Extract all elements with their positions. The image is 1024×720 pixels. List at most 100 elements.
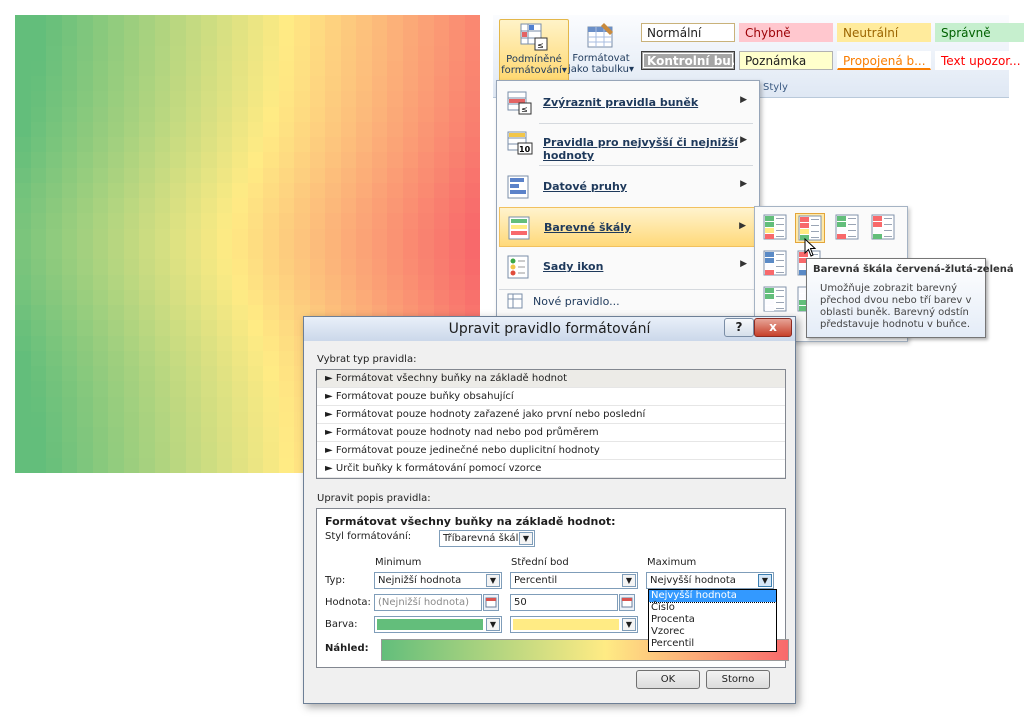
heatmap-cell bbox=[139, 15, 155, 31]
chevron-down-icon[interactable]: ▼ bbox=[486, 574, 500, 587]
rule-type-item[interactable]: ► Formátovat pouze buňky obsahující bbox=[317, 388, 785, 406]
chevron-down-icon[interactable]: ▼ bbox=[758, 574, 772, 587]
heatmap-cell bbox=[170, 350, 186, 367]
rule-type-item[interactable]: ► Formátovat pouze hodnoty nad nebo pod … bbox=[317, 424, 785, 442]
dropdown-option[interactable]: Procenta bbox=[649, 614, 776, 626]
dropdown-option[interactable]: Číslo bbox=[649, 602, 776, 614]
heatmap-cell bbox=[201, 91, 217, 107]
heatmap-cell bbox=[371, 228, 387, 244]
menu-separator bbox=[499, 289, 755, 290]
cell-style-8[interactable]: Text upozor... bbox=[935, 51, 1024, 70]
heatmap-cell bbox=[247, 350, 263, 367]
heatmap-cell bbox=[247, 182, 263, 199]
format-style-label: Styl formátování: bbox=[325, 531, 412, 542]
cell-reference-icon[interactable] bbox=[483, 594, 499, 611]
rule-type-item[interactable]: ► Určit buňky k formátování pomocí vzorc… bbox=[317, 460, 785, 478]
dialog-titlebar[interactable]: Upravit pravidlo formátování ? x bbox=[304, 317, 795, 341]
heatmap-cell bbox=[371, 182, 387, 199]
menu-item-icon-sets[interactable]: Sady ikon ▶ bbox=[499, 249, 755, 285]
heatmap-cell bbox=[30, 381, 46, 397]
dropdown-option[interactable]: Nejvyšší hodnota bbox=[648, 589, 777, 603]
heatmap-cell bbox=[61, 350, 77, 367]
cell-style-4[interactable]: Správně bbox=[935, 23, 1024, 42]
heatmap-cell bbox=[216, 381, 232, 397]
color-scale-option-5[interactable] bbox=[761, 249, 791, 279]
midpoint-color-picker[interactable]: ▼ bbox=[510, 616, 638, 633]
chevron-down-icon[interactable]: ▼ bbox=[519, 532, 533, 545]
menu-label-data-bars: Datové pruhy bbox=[543, 180, 627, 193]
heatmap-cell bbox=[356, 152, 372, 168]
cell-style-3[interactable]: Neutrální bbox=[837, 23, 931, 42]
cancel-button[interactable]: Storno bbox=[706, 670, 770, 689]
midpoint-value-input[interactable]: 50 bbox=[510, 594, 618, 611]
heatmap-cell bbox=[30, 366, 46, 382]
maximum-type-dropdown-list[interactable]: Nejvyšší hodnota Číslo Procenta Vzorec P… bbox=[648, 589, 777, 652]
cell-style-2[interactable]: Chybně bbox=[739, 23, 833, 42]
color-scale-option-3[interactable] bbox=[833, 213, 863, 243]
heatmap-cell bbox=[123, 152, 139, 168]
heatmap-cell bbox=[185, 152, 201, 168]
rule-type-list[interactable]: ► Formátovat všechny buňky na základě ho… bbox=[316, 369, 786, 479]
heatmap-cell bbox=[325, 91, 341, 107]
maximum-type-select[interactable]: Nejvyšší hodnota ▼ bbox=[646, 572, 774, 589]
menu-item-highlight-rules[interactable]: ≤ Zvýraznit pravidla buněk ▶ bbox=[499, 85, 755, 121]
dropdown-option[interactable]: Percentil bbox=[649, 638, 776, 650]
cell-style-5[interactable]: Kontrolní bu... bbox=[641, 51, 735, 70]
heatmap-cell bbox=[340, 274, 356, 290]
cell-style-7[interactable]: Propojená b... bbox=[837, 51, 931, 70]
chevron-down-icon[interactable]: ▼ bbox=[622, 618, 636, 631]
menu-item-new-rule[interactable]: Nové pravidlo... bbox=[499, 291, 755, 317]
heatmap-cell bbox=[170, 152, 186, 168]
heatmap-cell bbox=[139, 121, 155, 138]
heatmap-cell bbox=[356, 167, 372, 183]
heatmap-cell bbox=[15, 106, 31, 122]
heatmap-cell bbox=[232, 289, 248, 306]
heatmap-cell bbox=[340, 121, 356, 138]
heatmap-cell bbox=[185, 289, 201, 306]
heatmap-cell bbox=[30, 91, 46, 107]
menu-item-color-scales[interactable]: Barevné škály ▶ bbox=[499, 207, 755, 247]
cell-style-6[interactable]: Poznámka bbox=[739, 51, 833, 70]
heatmap-cell bbox=[263, 442, 279, 458]
heatmap-cell bbox=[294, 274, 310, 290]
svg-text:≤: ≤ bbox=[537, 41, 544, 50]
minimum-color-picker[interactable]: ▼ bbox=[374, 616, 502, 633]
heatmap-cell bbox=[46, 198, 62, 214]
rule-type-item[interactable]: ► Formátovat všechny buňky na základě ho… bbox=[317, 370, 785, 388]
chevron-down-icon[interactable]: ▼ bbox=[486, 618, 500, 631]
conditional-formatting-button[interactable]: ≤ Podmíněné formátování▾ bbox=[499, 19, 569, 83]
ok-button[interactable]: OK bbox=[636, 670, 700, 689]
format-as-table-icon bbox=[586, 21, 616, 51]
help-button[interactable]: ? bbox=[724, 318, 754, 337]
color-scale-option-4[interactable] bbox=[869, 213, 899, 243]
cell-reference-icon[interactable] bbox=[619, 594, 635, 611]
dropdown-option[interactable]: Vzorec bbox=[649, 626, 776, 638]
color-scale-option-1[interactable] bbox=[761, 213, 791, 243]
color-scale-option-7[interactable] bbox=[761, 285, 791, 315]
heatmap-cell bbox=[340, 91, 356, 107]
cell-style-1[interactable]: Normální bbox=[641, 23, 735, 42]
menu-item-top-bottom-rules[interactable]: 10 Pravidla pro nejvyšší či nejnižší hod… bbox=[499, 125, 755, 162]
heatmap-cell bbox=[154, 411, 170, 428]
menu-item-data-bars[interactable]: Datové pruhy ▶ bbox=[499, 169, 755, 205]
rule-type-item[interactable]: ► Formátovat pouze jedinečné nebo duplic… bbox=[317, 442, 785, 460]
midpoint-type-select[interactable]: Percentil ▼ bbox=[510, 572, 638, 589]
heatmap-cell bbox=[356, 243, 372, 260]
heatmap-cell bbox=[402, 106, 418, 122]
minimum-value-input[interactable]: (Nejnižší hodnota) bbox=[374, 594, 482, 611]
chevron-right-icon: ▶ bbox=[739, 221, 746, 231]
minimum-type-select[interactable]: Nejnižší hodnota ▼ bbox=[374, 572, 502, 589]
heatmap-cell bbox=[185, 182, 201, 199]
format-as-table-button[interactable]: Formátovat jako tabulku▾ bbox=[567, 19, 635, 81]
heatmap-cell bbox=[123, 320, 139, 336]
close-button[interactable]: x bbox=[754, 318, 792, 337]
heatmap-cell bbox=[77, 350, 93, 367]
rule-type-item[interactable]: ► Formátovat pouze hodnoty zařazené jako… bbox=[317, 406, 785, 424]
chevron-down-icon[interactable]: ▼ bbox=[622, 574, 636, 587]
heatmap-cell bbox=[232, 442, 248, 458]
heatmap-cell bbox=[30, 15, 46, 31]
heatmap-cell bbox=[201, 213, 217, 229]
heatmap-cell bbox=[46, 182, 62, 199]
heatmap-cell bbox=[387, 15, 403, 31]
format-style-select[interactable]: Tříbarevná škála ▼ bbox=[439, 530, 535, 547]
